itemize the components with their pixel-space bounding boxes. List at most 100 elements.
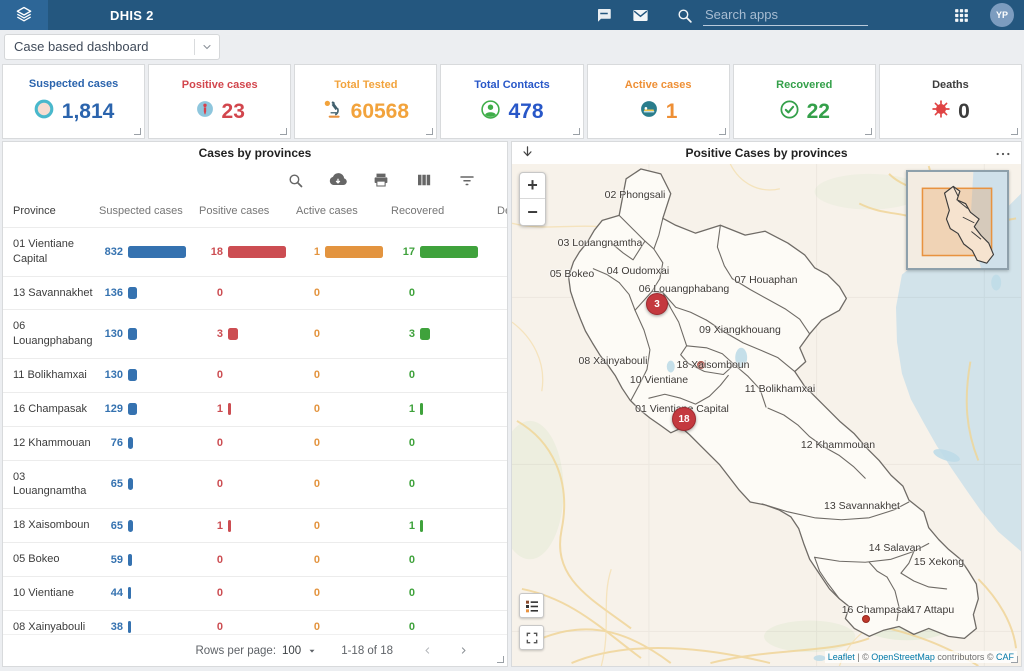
province-cell: 16 Champasak bbox=[13, 393, 99, 426]
panel-resize-handle[interactable] bbox=[497, 656, 504, 663]
cell-bar bbox=[128, 621, 131, 633]
cell-value: 0 bbox=[199, 287, 223, 299]
zoom-out-button[interactable]: − bbox=[520, 199, 545, 225]
cell-value: 44 bbox=[99, 587, 123, 599]
search-apps-input[interactable] bbox=[703, 5, 868, 26]
dhis2-logo[interactable] bbox=[0, 0, 48, 30]
card-resize-handle[interactable] bbox=[426, 128, 433, 135]
recovered-cell: 0 bbox=[391, 621, 481, 633]
messages-icon[interactable] bbox=[591, 4, 617, 26]
cell-value: 0 bbox=[199, 478, 223, 490]
province-cell: 05 Bokeo bbox=[13, 543, 99, 576]
column-header-recovered[interactable]: Recovered bbox=[391, 197, 481, 225]
chevron-down-icon[interactable] bbox=[195, 41, 219, 53]
map-case-dot[interactable] bbox=[862, 615, 870, 623]
download-arrow-icon[interactable] bbox=[520, 145, 535, 165]
recovered-cell: 17 bbox=[391, 246, 481, 258]
avatar[interactable]: YP bbox=[990, 3, 1014, 27]
card-resize-handle[interactable] bbox=[719, 128, 726, 135]
overview-minimap[interactable] bbox=[906, 170, 1009, 270]
column-header-positive[interactable]: Positive cases bbox=[199, 197, 296, 225]
column-header-deaths[interactable]: Deaths bbox=[481, 197, 507, 225]
suspected-cell: 832 bbox=[99, 246, 199, 258]
leaflet-link[interactable]: Leaflet bbox=[828, 652, 855, 662]
table-row: 01 Vientiane Capital832181170 bbox=[3, 228, 507, 277]
zoom-in-button[interactable]: + bbox=[520, 173, 545, 199]
more-options-icon[interactable] bbox=[995, 145, 1011, 163]
card-active-cases: Active cases 1 bbox=[587, 64, 730, 139]
leaflet-map[interactable]: + − bbox=[512, 164, 1021, 666]
column-header-province[interactable]: Province bbox=[13, 196, 99, 227]
card-resize-handle[interactable] bbox=[1011, 128, 1018, 135]
card-resize-handle[interactable] bbox=[573, 128, 580, 135]
card-resize-handle[interactable] bbox=[280, 128, 287, 135]
deaths-cell: 0 bbox=[481, 287, 507, 299]
rows-per-page-select[interactable]: Rows per page: 100 bbox=[195, 645, 317, 657]
cell-value: 1 bbox=[391, 520, 415, 532]
person-circle-icon bbox=[195, 99, 215, 124]
osm-link[interactable]: OpenStreetMap bbox=[871, 652, 935, 662]
suspected-cell: 130 bbox=[99, 328, 199, 340]
card-title: Recovered bbox=[776, 79, 832, 91]
positive-cell: 0 bbox=[199, 554, 296, 566]
map-cluster-marker[interactable]: 3 bbox=[646, 293, 668, 315]
card-resize-handle[interactable] bbox=[134, 128, 141, 135]
search-icon[interactable] bbox=[285, 170, 305, 190]
cell-value: 0 bbox=[497, 369, 507, 381]
cell-value: 76 bbox=[99, 437, 123, 449]
positive-cell: 0 bbox=[199, 587, 296, 599]
positive-cell: 0 bbox=[199, 369, 296, 381]
column-header-suspected[interactable]: Suspected cases bbox=[99, 197, 199, 225]
card-resize-handle[interactable] bbox=[865, 128, 872, 135]
panel-resize-handle[interactable] bbox=[1011, 656, 1018, 663]
column-header-active[interactable]: Active cases bbox=[296, 197, 391, 225]
cloud-download-icon[interactable] bbox=[328, 170, 348, 190]
cell-value: 130 bbox=[99, 328, 123, 340]
dashboard-selector[interactable]: Case based dashboard bbox=[4, 34, 220, 60]
cell-value: 0 bbox=[296, 287, 320, 299]
positive-cell: 18 bbox=[199, 246, 296, 258]
legend-button[interactable] bbox=[519, 593, 544, 618]
bed-circle-icon bbox=[639, 99, 659, 124]
card-value: 60568 bbox=[351, 100, 409, 124]
map-panel: Positive Cases by provinces bbox=[511, 141, 1022, 667]
cell-value: 0 bbox=[296, 478, 320, 490]
filter-icon[interactable] bbox=[457, 170, 477, 190]
suspected-cell: 129 bbox=[99, 403, 199, 415]
cell-value: 0 bbox=[296, 369, 320, 381]
province-cell: 01 Vientiane Capital bbox=[13, 228, 99, 276]
caret-down-icon bbox=[307, 646, 317, 656]
next-page-button[interactable] bbox=[453, 641, 473, 661]
prev-page-button[interactable] bbox=[417, 641, 437, 661]
dashboard-selector-value: Case based dashboard bbox=[14, 39, 148, 54]
table-row: 11 Bolikhamxai1300000 bbox=[3, 359, 507, 393]
mail-icon[interactable] bbox=[627, 4, 653, 26]
fullscreen-button[interactable] bbox=[519, 625, 544, 650]
ring-icon bbox=[33, 98, 55, 125]
card-value: 1,814 bbox=[62, 100, 115, 124]
cell-value: 38 bbox=[99, 621, 123, 633]
cell-value: 0 bbox=[391, 287, 415, 299]
province-cell: 08 Xainyabouli bbox=[13, 611, 99, 634]
card-title: Suspected cases bbox=[29, 78, 118, 90]
cases-table[interactable]: ProvinceSuspected casesPositive casesAct… bbox=[3, 196, 507, 634]
apps-grid-icon[interactable] bbox=[948, 4, 974, 26]
table-row: 16 Champasak1291010 bbox=[3, 393, 507, 427]
attribution-text: contributors © bbox=[935, 652, 996, 662]
cell-value: 0 bbox=[199, 437, 223, 449]
suspected-cell: 130 bbox=[99, 369, 199, 381]
active-cell: 0 bbox=[296, 554, 391, 566]
app-search bbox=[671, 4, 868, 26]
print-icon[interactable] bbox=[371, 170, 391, 190]
columns-icon[interactable] bbox=[414, 170, 434, 190]
suspected-cell: 65 bbox=[99, 520, 199, 532]
map-case-dot[interactable] bbox=[697, 361, 705, 369]
card-value: 22 bbox=[807, 100, 830, 124]
cell-value: 0 bbox=[497, 520, 507, 532]
virus-icon bbox=[931, 99, 951, 124]
card-title: Deaths bbox=[932, 79, 969, 91]
table-row: 13 Savannakhet1360000 bbox=[3, 277, 507, 311]
map-cluster-marker[interactable]: 18 bbox=[672, 407, 696, 431]
cell-value: 0 bbox=[296, 587, 320, 599]
card-total-tested: Total Tested 60568 bbox=[294, 64, 437, 139]
